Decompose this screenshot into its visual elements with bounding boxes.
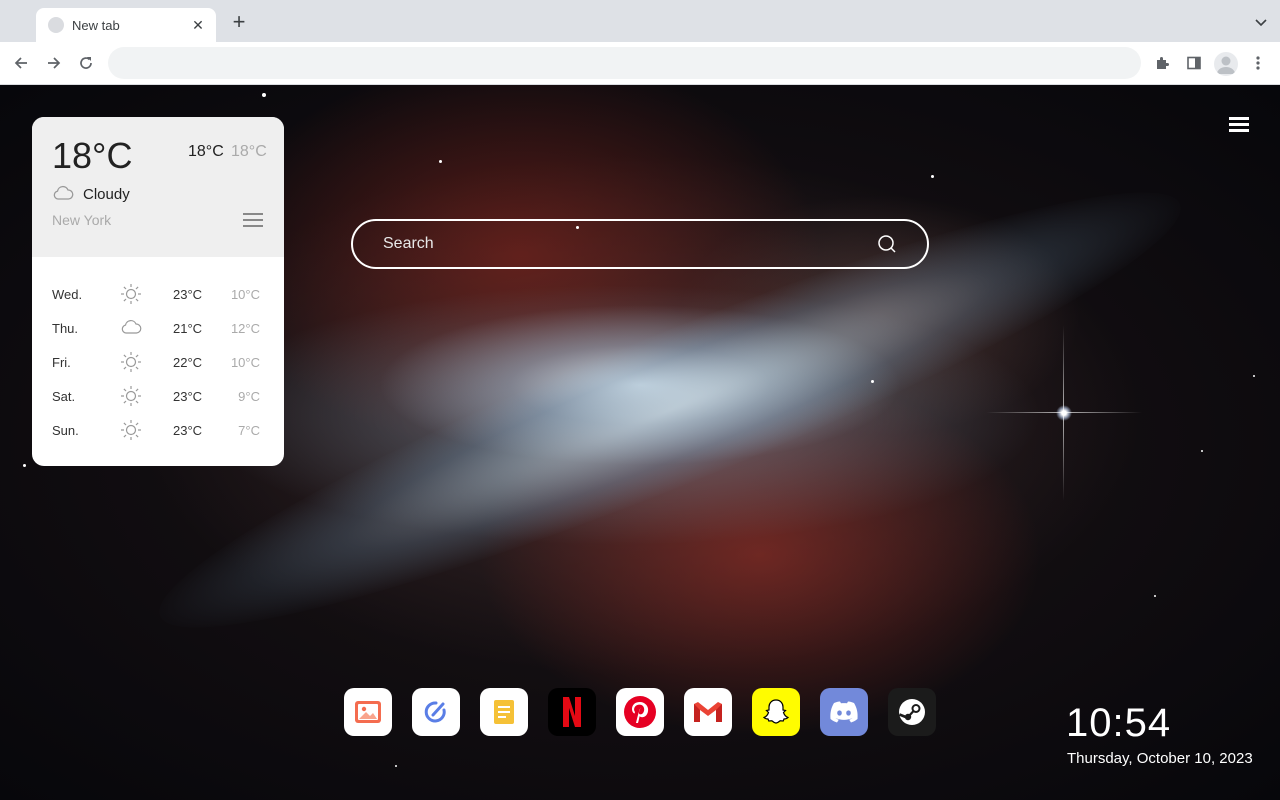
cloud-icon (52, 185, 74, 201)
address-input[interactable] (124, 55, 1125, 71)
forecast-row: Wed. 23°C 10°C (32, 277, 284, 311)
clock-date: Thursday, October 10, 2023 (1067, 750, 1253, 767)
forecast-low: 9°C (238, 389, 260, 404)
forecast-day: Sun. (52, 423, 79, 438)
weather-current: 18°C 18°C 18°C Cloudy New York (32, 117, 284, 257)
star (23, 464, 26, 467)
netflix-icon[interactable] (548, 688, 596, 736)
star (1154, 595, 1156, 597)
today-high: 18°C (188, 143, 224, 160)
star (395, 765, 397, 767)
reload-icon[interactable] (76, 53, 96, 73)
weather-menu-icon[interactable] (243, 213, 263, 229)
forecast-day: Thu. (52, 321, 79, 336)
tab-strip: New tab ✕ + (0, 0, 1280, 42)
pinterest-icon[interactable] (616, 688, 664, 736)
forecast-low: 12°C (230, 321, 260, 336)
sun-icon (120, 385, 142, 407)
gmail-icon[interactable] (684, 688, 732, 736)
star (262, 93, 266, 97)
search-box[interactable] (351, 219, 929, 269)
new-tab-page: 18°C 18°C 18°C Cloudy New York Wed. 23°C… (0, 85, 1280, 800)
sun-icon (120, 351, 142, 373)
bright-star (986, 325, 1142, 501)
check-pen-icon[interactable] (412, 688, 460, 736)
today-low: 18°C (231, 143, 267, 160)
weather-condition: Cloudy (83, 186, 130, 203)
forecast-day: Fri. (52, 355, 71, 370)
tab-search-chevron-icon[interactable] (1254, 15, 1268, 29)
forecast-high: 23°C (173, 389, 203, 404)
snapchat-icon[interactable] (752, 688, 800, 736)
profile-avatar[interactable] (1214, 52, 1238, 76)
star (1253, 375, 1255, 377)
note-icon[interactable] (480, 688, 528, 736)
star (931, 175, 934, 178)
sun-icon (120, 283, 142, 305)
star (871, 380, 874, 383)
forecast-day: Sat. (52, 389, 76, 404)
forecast-low: 10°C (230, 287, 260, 302)
forecast-high: 23°C (173, 423, 203, 438)
forecast-high: 22°C (173, 355, 203, 370)
forecast-low: 10°C (230, 355, 260, 370)
browser-toolbar (0, 42, 1280, 85)
forecast-low: 7°C (238, 423, 260, 438)
discord-icon[interactable] (820, 688, 868, 736)
forecast-row: Fri. 22°C 10°C (32, 345, 284, 379)
tab-title: New tab (72, 17, 120, 33)
forecast-list: Wed. 23°C 10°C Thu. 21°C 12°C Fri. 22°C … (32, 277, 284, 447)
star (1201, 450, 1203, 452)
cloud-icon (120, 317, 142, 339)
search-icon[interactable] (877, 234, 897, 254)
search-input[interactable] (383, 235, 877, 253)
tab-favicon-icon (48, 17, 64, 33)
forecast-high: 21°C (173, 321, 203, 336)
back-icon[interactable] (11, 53, 31, 73)
forecast-row: Sat. 23°C 9°C (32, 379, 284, 413)
forward-icon[interactable] (44, 53, 64, 73)
weather-city: New York (52, 212, 112, 228)
address-bar[interactable] (108, 47, 1141, 79)
star (439, 160, 442, 163)
forecast-row: Sun. 23°C 7°C (32, 413, 284, 447)
clock-time: 10:54 (1066, 701, 1172, 745)
tab-new-tab[interactable]: New tab ✕ (36, 8, 216, 42)
new-tab-button[interactable]: + (228, 11, 250, 34)
sun-icon (120, 419, 142, 441)
app-dock (344, 688, 936, 736)
galaxy-background (131, 134, 1209, 686)
tab-close-icon[interactable]: ✕ (190, 17, 206, 34)
forecast-row: Thu. 21°C 12°C (32, 311, 284, 345)
current-temperature: 18°C (52, 135, 133, 176)
hamburger-menu-icon[interactable] (1229, 117, 1249, 133)
steam-icon[interactable] (888, 688, 936, 736)
side-panel-icon[interactable] (1184, 53, 1204, 73)
forecast-day: Wed. (52, 287, 83, 302)
weather-widget: 18°C 18°C 18°C Cloudy New York Wed. 23°C… (32, 117, 284, 466)
forecast-high: 23°C (173, 287, 203, 302)
photo-icon[interactable] (344, 688, 392, 736)
extensions-icon[interactable] (1152, 53, 1172, 73)
more-menu-icon[interactable] (1248, 53, 1268, 73)
